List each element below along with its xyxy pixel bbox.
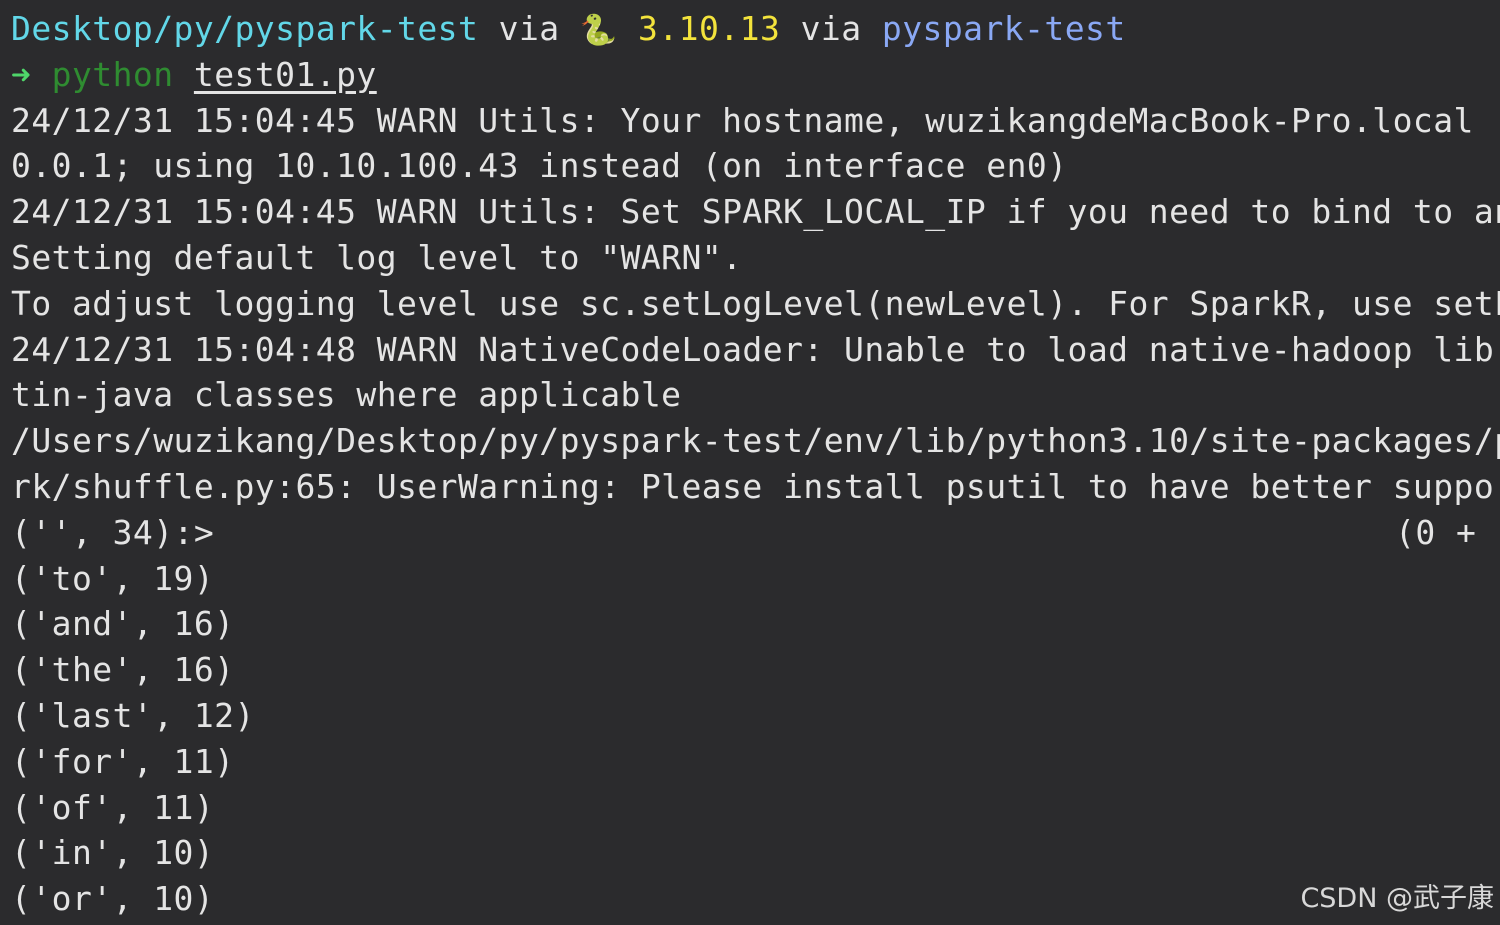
terminal-window[interactable]: Desktop/py/pyspark-test via 🐍 3.10.13 vi… — [0, 0, 1500, 925]
result-line: ('in', 10) — [11, 833, 215, 873]
terminal-output: Desktop/py/pyspark-test via 🐍 3.10.13 vi… — [11, 6, 1500, 922]
csdn-watermark: CSDN @武子康 — [1300, 883, 1494, 914]
log-line: 24/12/31 15:04:45 WARN Utils: Your hostn… — [11, 100, 1500, 140]
result-first: ('', 34):> — [11, 512, 215, 552]
result-line: ('last', 12) — [11, 695, 255, 735]
log-line: 0.0.1; using 10.10.100.43 instead (on in… — [11, 146, 1068, 186]
result-line: ('the', 16) — [11, 650, 235, 690]
command-argument: test01.py — [193, 54, 377, 94]
prompt-via-text-2: via — [780, 9, 882, 48]
result-line-progress: ('', 34):> (0 + 1 — [11, 510, 1500, 556]
log-line: 24/12/31 15:04:48 WARN NativeCodeLoader:… — [11, 329, 1500, 369]
virtualenv-name: pyspark-test — [881, 9, 1126, 48]
python-version: 3.10.13 — [638, 9, 781, 48]
log-line: Setting default log level to "WARN". — [11, 237, 743, 277]
prompt-path: Desktop/py/pyspark-test — [11, 9, 479, 48]
result-line: ('of', 11) — [11, 787, 215, 827]
prompt-arrow-icon: ➜ — [11, 54, 32, 94]
result-line: ('for', 11) — [11, 741, 235, 781]
prompt-via-text: via — [478, 9, 580, 48]
log-line: rk/shuffle.py:65: UserWarning: Please in… — [11, 466, 1500, 506]
log-line: 24/12/31 15:04:45 WARN Utils: Set SPARK_… — [11, 192, 1500, 232]
result-line: ('or', 10) — [11, 879, 215, 919]
log-line: tin-java classes where applicable — [11, 375, 682, 415]
stage-progress: (0 + 1 — [1395, 512, 1500, 552]
result-line: ('and', 16) — [11, 604, 235, 644]
result-line: ('to', 19) — [11, 558, 215, 598]
python-snake-icon: 🐍 — [579, 13, 618, 48]
command-name: python — [51, 54, 174, 94]
log-line: /Users/wuzikang/Desktop/py/pyspark-test/… — [11, 421, 1500, 461]
prompt-line: Desktop/py/pyspark-test via 🐍 3.10.13 vi… — [11, 6, 1500, 52]
command-line[interactable]: ➜ python test01.py — [11, 52, 1500, 98]
log-line: To adjust logging level use sc.setLogLev… — [11, 283, 1500, 323]
